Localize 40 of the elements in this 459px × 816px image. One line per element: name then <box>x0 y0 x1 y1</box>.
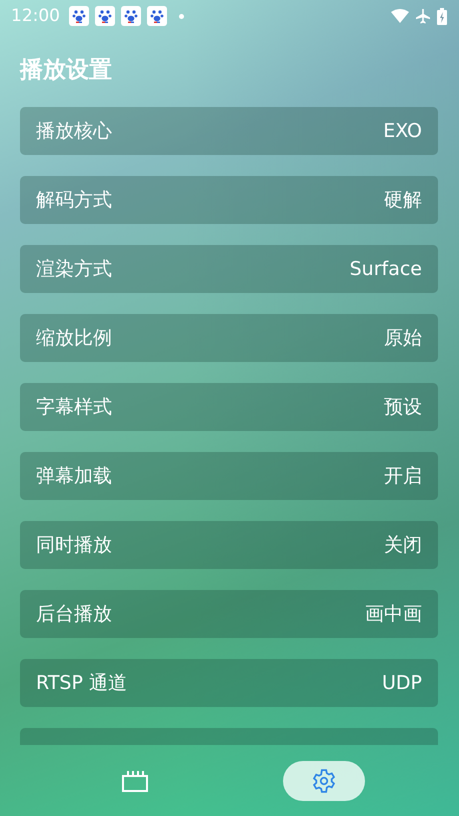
paw-app-icon <box>121 6 141 26</box>
setting-value: 预设 <box>384 395 422 420</box>
setting-row[interactable]: RTSP 通道 UDP <box>20 659 438 707</box>
setting-row[interactable]: 渲染方式 Surface <box>20 245 438 293</box>
setting-value: 开启 <box>384 464 422 489</box>
setting-row[interactable]: 弹幕加载 开启 <box>20 452 438 500</box>
setting-label: 解码方式 <box>36 188 112 213</box>
setting-label: 同时播放 <box>36 533 112 558</box>
setting-value: EXO <box>383 120 422 142</box>
setting-label: 字幕样式 <box>36 395 112 420</box>
setting-label: RTSP 通道 <box>36 671 127 696</box>
page-title: 播放设置 <box>18 56 113 84</box>
setting-row[interactable]: 字幕样式 预设 <box>20 383 438 431</box>
paw-app-icon <box>147 6 167 26</box>
setting-value: 硬解 <box>384 188 422 213</box>
nav-tab[interactable] <box>283 760 366 800</box>
battery-charging-icon <box>437 8 447 24</box>
setting-value: 关闭 <box>384 533 422 558</box>
setting-value: 画中画 <box>365 602 422 627</box>
setting-label: 缩放比例 <box>36 326 112 351</box>
settings-icon <box>311 768 338 794</box>
setting-value: UDP <box>382 672 422 694</box>
setting-value: 原始 <box>384 326 422 351</box>
more-notifications-icon <box>179 14 184 18</box>
setting-value: Surface <box>350 258 422 280</box>
setting-label: 弹幕加载 <box>36 464 112 489</box>
setting-row[interactable]: 解码方式 硬解 <box>20 176 438 224</box>
paw-app-icon <box>69 6 89 26</box>
clock-time: 12:00 <box>11 6 60 26</box>
setting-label: 渲染方式 <box>36 257 112 282</box>
clapperboard-icon <box>122 770 148 792</box>
setting-label: 后台播放 <box>36 602 112 627</box>
setting-row[interactable]: 后台播放 画中画 <box>20 590 438 638</box>
setting-row[interactable]: 播放核心 EXO <box>20 107 438 155</box>
paw-app-icon <box>95 6 115 26</box>
setting-row[interactable]: 缩放比例 原始 <box>20 314 438 362</box>
airplane-icon <box>415 8 431 24</box>
wifi-icon <box>391 9 409 23</box>
setting-row[interactable]: 同时播放 关闭 <box>20 521 438 569</box>
setting-label: 播放核心 <box>36 119 112 144</box>
